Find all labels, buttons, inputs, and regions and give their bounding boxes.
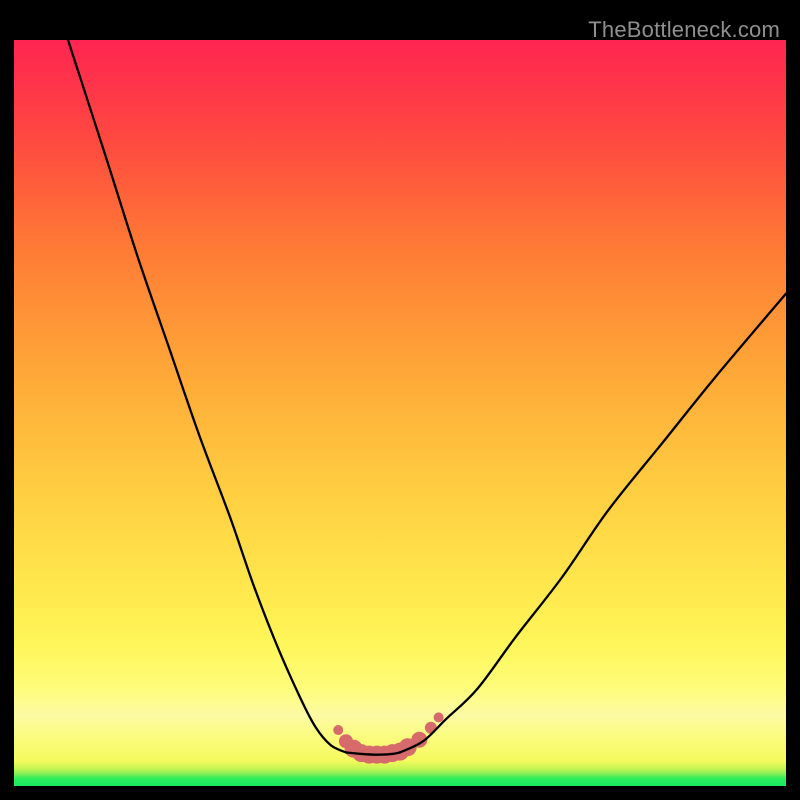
chart-frame: TheBottleneck.com (14, 14, 786, 786)
valley-marker-dot (425, 722, 437, 734)
chart-svg (14, 14, 786, 786)
right-curve-line (400, 294, 786, 753)
valley-marker-dot (434, 712, 444, 722)
left-curve-line (68, 40, 346, 752)
valley-marker-dot (333, 725, 343, 735)
